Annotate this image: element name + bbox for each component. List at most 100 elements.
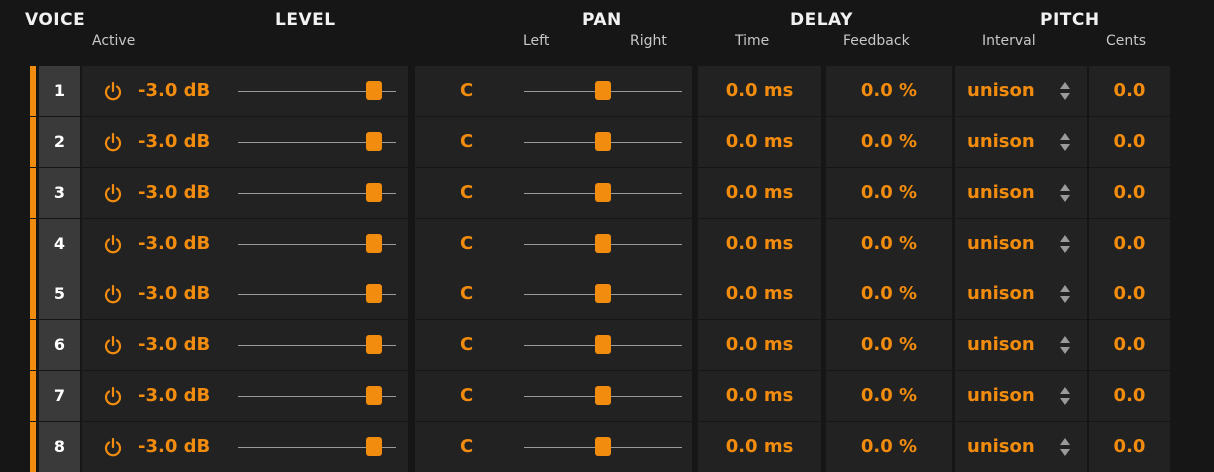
power-icon[interactable] [104,234,122,254]
voice-number: 5 [39,269,80,319]
level-slider-thumb[interactable] [366,234,382,253]
delay-time-value[interactable]: 0.0 ms [698,168,821,218]
pan-slider-thumb[interactable] [595,234,611,253]
interval-stepper-icon[interactable] [1059,284,1071,304]
voice-number: 8 [39,422,80,472]
power-icon[interactable] [104,132,122,152]
voice-row: 2 -3.0 dB C 0.0 ms 0.0 % unison 0.0 [30,117,1170,167]
power-icon[interactable] [104,437,122,457]
voice-active-indicator [30,66,36,116]
pitch-interval-value[interactable]: unison [967,371,1035,421]
pitch-cents-value[interactable]: 0.0 [1089,320,1170,370]
pan-slider-thumb[interactable] [595,335,611,354]
level-slider-thumb[interactable] [366,284,382,303]
delay-time-value[interactable]: 0.0 ms [698,269,821,319]
power-icon[interactable] [104,284,122,304]
pan-slider-thumb[interactable] [595,437,611,456]
pitch-interval-value[interactable]: unison [967,117,1035,167]
interval-stepper-icon[interactable] [1059,437,1071,457]
level-slider-thumb[interactable] [366,132,382,151]
pan-value[interactable]: C [460,422,473,472]
voice-row: 6 -3.0 dB C 0.0 ms 0.0 % unison 0.0 [30,320,1170,370]
pan-slider-thumb[interactable] [595,183,611,202]
delay-feedback-value[interactable]: 0.0 % [826,168,952,218]
delay-feedback-value[interactable]: 0.0 % [826,219,952,269]
pan-value[interactable]: C [460,320,473,370]
pitch-interval-value[interactable]: unison [967,219,1035,269]
voice-active-indicator [30,320,36,370]
interval-stepper-icon[interactable] [1059,81,1071,101]
pitch-cents-value[interactable]: 0.0 [1089,371,1170,421]
subheader-cents: Cents [1106,33,1147,49]
delay-feedback-value[interactable]: 0.0 % [826,320,952,370]
delay-feedback-value[interactable]: 0.0 % [826,422,952,472]
interval-stepper-icon[interactable] [1059,234,1071,254]
level-value[interactable]: -3.0 dB [138,117,210,167]
level-slider-thumb[interactable] [366,437,382,456]
subheader-time: Time [735,33,770,49]
delay-time-value[interactable]: 0.0 ms [698,66,821,116]
header-voice: VOICE [25,10,86,30]
delay-feedback-value[interactable]: 0.0 % [826,117,952,167]
delay-feedback-value[interactable]: 0.0 % [826,66,952,116]
pitch-cents-value[interactable]: 0.0 [1089,66,1170,116]
level-slider-thumb[interactable] [366,183,382,202]
pan-value[interactable]: C [460,219,473,269]
power-icon[interactable] [104,335,122,355]
pitch-cents-value[interactable]: 0.0 [1089,422,1170,472]
level-value[interactable]: -3.0 dB [138,219,210,269]
level-slider-thumb[interactable] [366,81,382,100]
interval-stepper-icon[interactable] [1059,335,1071,355]
voice-row: 7 -3.0 dB C 0.0 ms 0.0 % unison 0.0 [30,371,1170,421]
pitch-interval-value[interactable]: unison [967,269,1035,319]
pitch-cents-value[interactable]: 0.0 [1089,269,1170,319]
power-icon[interactable] [104,81,122,101]
power-icon[interactable] [104,183,122,203]
subheader-left: Left [523,33,550,49]
delay-feedback-value[interactable]: 0.0 % [826,371,952,421]
delay-time-value[interactable]: 0.0 ms [698,422,821,472]
pan-value[interactable]: C [460,371,473,421]
level-value[interactable]: -3.0 dB [138,269,210,319]
power-icon[interactable] [104,386,122,406]
interval-stepper-icon[interactable] [1059,132,1071,152]
delay-time-value[interactable]: 0.0 ms [698,371,821,421]
pitch-interval-value[interactable]: unison [967,66,1035,116]
delay-time-value[interactable]: 0.0 ms [698,320,821,370]
delay-time-value[interactable]: 0.0 ms [698,219,821,269]
level-value[interactable]: -3.0 dB [138,422,210,472]
level-value[interactable]: -3.0 dB [138,371,210,421]
voice-number: 1 [39,66,80,116]
voice-number: 4 [39,219,80,269]
pan-slider-thumb[interactable] [595,132,611,151]
pan-value[interactable]: C [460,117,473,167]
pan-value[interactable]: C [460,66,473,116]
voice-number: 6 [39,320,80,370]
pitch-cents-value[interactable]: 0.0 [1089,219,1170,269]
voice-number: 7 [39,371,80,421]
delay-feedback-value[interactable]: 0.0 % [826,269,952,319]
level-slider-thumb[interactable] [366,386,382,405]
level-value[interactable]: -3.0 dB [138,66,210,116]
pitch-interval-value[interactable]: unison [967,320,1035,370]
level-value[interactable]: -3.0 dB [138,320,210,370]
pitch-interval-value[interactable]: unison [967,168,1035,218]
delay-time-value[interactable]: 0.0 ms [698,117,821,167]
level-value[interactable]: -3.0 dB [138,168,210,218]
pan-slider-thumb[interactable] [595,81,611,100]
pan-value[interactable]: C [460,269,473,319]
pan-slider-thumb[interactable] [595,386,611,405]
pitch-cents-value[interactable]: 0.0 [1089,168,1170,218]
pan-value[interactable]: C [460,168,473,218]
pitch-cents-value[interactable]: 0.0 [1089,117,1170,167]
interval-stepper-icon[interactable] [1059,386,1071,406]
voice-active-indicator [30,219,36,269]
subheader-right: Right [630,33,667,49]
voice-number: 3 [39,168,80,218]
header-delay: DELAY [790,10,853,30]
interval-stepper-icon[interactable] [1059,183,1071,203]
pan-slider-thumb[interactable] [595,284,611,303]
level-slider-thumb[interactable] [366,335,382,354]
pitch-interval-value[interactable]: unison [967,422,1035,472]
header-pan: PAN [582,10,622,30]
